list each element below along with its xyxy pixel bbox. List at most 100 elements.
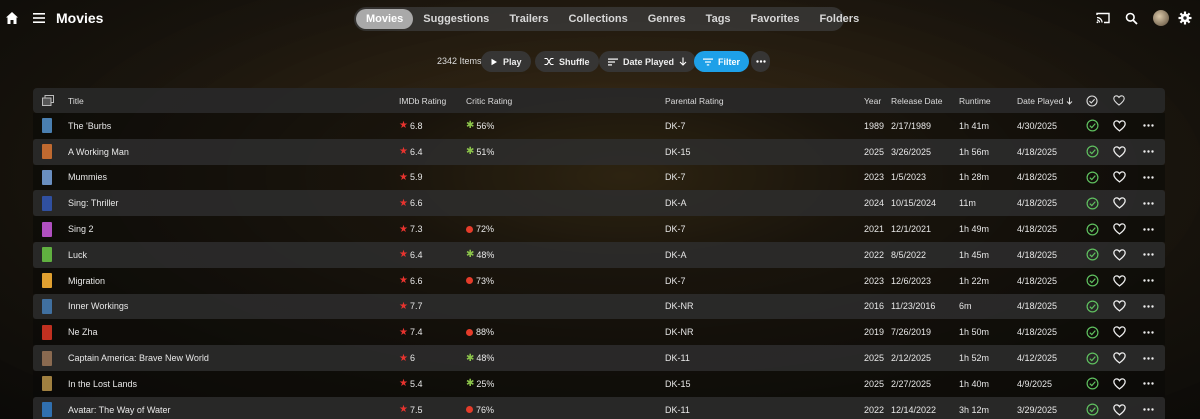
settings-gear-icon[interactable] (1176, 9, 1194, 27)
column-header-favorite-icon[interactable] (1113, 88, 1125, 113)
column-header-imdb[interactable]: IMDb Rating (399, 88, 446, 113)
movie-title[interactable]: The 'Burbs (68, 113, 111, 139)
multi-select-icon[interactable] (42, 88, 54, 113)
tab-collections[interactable]: Collections (558, 9, 637, 29)
movie-title[interactable]: In the Lost Lands (68, 371, 137, 397)
column-header-title[interactable]: Title (68, 88, 84, 113)
poster-thumbnail[interactable] (42, 113, 52, 139)
table-row[interactable]: Mummies ★ 5.9 DK-7 2023 1/5/2023 1h 28m 4/18/20… (33, 164, 1165, 191)
tab-genres[interactable]: Genres (638, 9, 696, 29)
poster-thumbnail[interactable] (42, 397, 52, 419)
tab-trailers[interactable]: Trailers (499, 9, 558, 29)
column-header-runtime[interactable]: Runtime (959, 88, 991, 113)
column-header-critic[interactable]: Critic Rating (466, 88, 512, 113)
row-more-options-icon[interactable] (1141, 319, 1155, 345)
movie-title[interactable]: Inner Workings (68, 294, 128, 320)
movie-title[interactable]: Mummies (68, 165, 107, 191)
poster-thumbnail[interactable] (42, 345, 52, 371)
favorite-heart-icon[interactable] (1112, 319, 1126, 345)
favorite-heart-icon[interactable] (1112, 139, 1126, 165)
row-more-options-icon[interactable] (1141, 113, 1155, 139)
played-check-icon[interactable] (1085, 216, 1099, 242)
played-check-icon[interactable] (1085, 139, 1099, 165)
column-header-parental[interactable]: Parental Rating (665, 88, 724, 113)
played-check-icon[interactable] (1085, 371, 1099, 397)
tab-folders[interactable]: Folders (809, 9, 869, 29)
movie-title[interactable]: Migration (68, 268, 105, 294)
played-check-icon[interactable] (1085, 113, 1099, 139)
tab-tags[interactable]: Tags (696, 9, 741, 29)
column-header-played[interactable]: Date Played (1017, 88, 1073, 113)
table-row[interactable]: Avatar: The Way of Water ★ 7.5 76% DK-11 2022… (33, 396, 1165, 419)
favorite-heart-icon[interactable] (1112, 165, 1126, 191)
row-more-options-icon[interactable] (1141, 242, 1155, 268)
poster-thumbnail[interactable] (42, 165, 52, 191)
row-more-options-icon[interactable] (1141, 345, 1155, 371)
row-more-options-icon[interactable] (1141, 294, 1155, 320)
home-icon[interactable] (3, 9, 21, 27)
favorite-heart-icon[interactable] (1112, 268, 1126, 294)
table-row[interactable]: The 'Burbs ★ 6.8 ✱ 56% DK-7 1989 2/17/1989 1h 41… (33, 113, 1165, 139)
played-check-icon[interactable] (1085, 345, 1099, 371)
played-check-icon[interactable] (1085, 190, 1099, 216)
favorite-heart-icon[interactable] (1112, 371, 1126, 397)
poster-thumbnail[interactable] (42, 139, 52, 165)
poster-thumbnail[interactable] (42, 294, 52, 320)
menu-icon[interactable] (30, 9, 48, 27)
played-check-icon[interactable] (1085, 319, 1099, 345)
favorite-heart-icon[interactable] (1112, 113, 1126, 139)
shuffle-button[interactable]: Shuffle (535, 51, 599, 72)
table-row[interactable]: Ne Zha ★ 7.4 88% DK-NR 2019 7/26/2019 1h 50m 4/1… (33, 319, 1165, 346)
poster-thumbnail[interactable] (42, 268, 52, 294)
played-check-icon[interactable] (1085, 294, 1099, 320)
favorite-heart-icon[interactable] (1112, 190, 1126, 216)
tab-movies[interactable]: Movies (356, 9, 414, 29)
row-more-options-icon[interactable] (1141, 397, 1155, 419)
poster-thumbnail[interactable] (42, 190, 52, 216)
poster-thumbnail[interactable] (42, 216, 52, 242)
movie-title[interactable]: Ne Zha (68, 319, 98, 345)
favorite-heart-icon[interactable] (1112, 216, 1126, 242)
search-icon[interactable] (1122, 9, 1140, 27)
favorite-heart-icon[interactable] (1112, 397, 1126, 419)
played-check-icon[interactable] (1085, 165, 1099, 191)
movie-title[interactable]: Captain America: Brave New World (68, 345, 209, 371)
column-header-year[interactable]: Year (864, 88, 881, 113)
user-avatar[interactable] (1153, 10, 1169, 26)
played-check-icon[interactable] (1085, 397, 1099, 419)
play-button[interactable]: Play (481, 51, 531, 72)
poster-thumbnail[interactable] (42, 242, 52, 268)
cast-icon[interactable] (1094, 9, 1112, 27)
poster-thumbnail[interactable] (42, 319, 52, 345)
row-more-options-icon[interactable] (1141, 268, 1155, 294)
table-row[interactable]: In the Lost Lands ★ 5.4 ✱ 25% DK-15 2025 2/27/2… (33, 370, 1165, 397)
tab-favorites[interactable]: Favorites (741, 9, 810, 29)
row-more-options-icon[interactable] (1141, 371, 1155, 397)
favorite-heart-icon[interactable] (1112, 294, 1126, 320)
table-row[interactable]: Luck ★ 6.4 ✱ 48% DK-A 2022 8/5/2022 1h 45m 4/18/2… (33, 241, 1165, 268)
movie-title[interactable]: Avatar: The Way of Water (68, 397, 171, 419)
favorite-heart-icon[interactable] (1112, 242, 1126, 268)
column-header-played-icon[interactable] (1086, 88, 1098, 113)
played-check-icon[interactable] (1085, 242, 1099, 268)
filter-button[interactable]: Filter (694, 51, 750, 72)
table-row[interactable]: Inner Workings ★ 7.7 DK-NR 2016 11/23/2016 6m 4… (33, 293, 1165, 320)
table-row[interactable]: Sing 2 ★ 7.3 72% DK-7 2021 12/1/2021 1h 49m 4/18… (33, 216, 1165, 242)
column-header-release[interactable]: Release Date (891, 88, 943, 113)
movie-title[interactable]: A Working Man (68, 139, 129, 165)
row-more-options-icon[interactable] (1141, 139, 1155, 165)
sort-button[interactable]: Date Played (599, 51, 697, 72)
poster-thumbnail[interactable] (42, 371, 52, 397)
more-options-button[interactable] (751, 51, 770, 72)
table-row[interactable]: Migration ★ 6.6 73% DK-7 2023 12/6/2023 1h 22m 4… (33, 267, 1165, 294)
favorite-heart-icon[interactable] (1112, 345, 1126, 371)
movie-title[interactable]: Sing: Thriller (68, 190, 118, 216)
movie-title[interactable]: Luck (68, 242, 87, 268)
table-row[interactable]: A Working Man ★ 6.4 ✱ 51% DK-15 2025 3/26/2025 1… (33, 138, 1165, 165)
row-more-options-icon[interactable] (1141, 165, 1155, 191)
played-check-icon[interactable] (1085, 268, 1099, 294)
tab-suggestions[interactable]: Suggestions (413, 9, 499, 29)
table-row[interactable]: Sing: Thriller ★ 6.6 DK-A 2024 10/15/2024 11m 4… (33, 190, 1165, 217)
movie-title[interactable]: Sing 2 (68, 216, 94, 242)
row-more-options-icon[interactable] (1141, 216, 1155, 242)
